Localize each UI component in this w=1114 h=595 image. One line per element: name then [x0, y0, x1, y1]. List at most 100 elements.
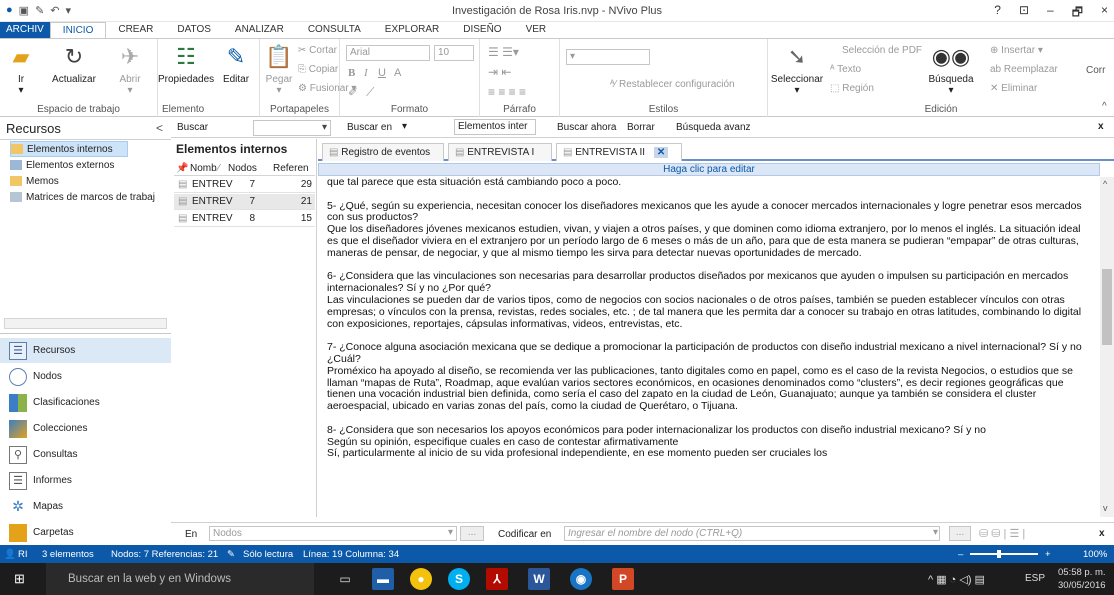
nav-informes[interactable]: ☰ Informes — [0, 468, 171, 493]
taskbar-search-box[interactable]: Buscar en la web y en Windows — [46, 563, 314, 595]
nav-recursos[interactable]: ☰ Recursos — [0, 338, 171, 363]
click-to-edit-banner[interactable]: Haga clic para editar — [318, 163, 1100, 176]
nav-colecciones[interactable]: Colecciones — [0, 416, 171, 441]
nav-consultas[interactable]: ⚲ Consultas — [0, 442, 171, 467]
actualizar-button[interactable]: ↻ Actualizar — [46, 43, 102, 85]
align-icon[interactable]: ≡ ≡ ≡ ≡ — [488, 85, 526, 99]
seleccion-pdf-button[interactable]: Selección de PDF — [842, 45, 922, 56]
seleccionar-button[interactable]: ➘ Seleccionar ▾ — [770, 43, 824, 96]
tab-entrevista-2[interactable]: ▤ ENTREVISTA II ✕ — [556, 143, 682, 161]
tab-ver[interactable]: VER — [514, 22, 559, 38]
tab-explorar[interactable]: EXPLORAR — [373, 22, 451, 38]
task-view-icon[interactable]: ▭ — [334, 568, 356, 590]
zoom-out-icon[interactable]: – — [958, 549, 963, 560]
chevron-down-icon[interactable]: ▾ — [933, 527, 938, 538]
scroll-thumb[interactable] — [1102, 269, 1112, 345]
windows-start-icon[interactable]: ⊞ — [14, 571, 25, 587]
nav-mapas[interactable]: ✲ Mapas — [0, 494, 171, 519]
pegar-button[interactable]: 📋 Pegar ▾ — [264, 43, 294, 96]
language-indicator[interactable]: ESP — [1025, 573, 1045, 584]
acrobat-icon[interactable]: ⅄ — [486, 568, 508, 590]
propiedades-button[interactable]: ☷ Propiedades — [158, 43, 214, 85]
zoom-slider-thumb[interactable] — [997, 550, 1001, 558]
tree-item-elementos-internos[interactable]: Elementos internos — [10, 141, 128, 157]
scope-select[interactable]: Elementos inter — [454, 119, 536, 135]
indent-icon[interactable]: ⇥ ⇤ — [488, 65, 511, 79]
nav-nodos[interactable]: Nodos — [0, 364, 171, 389]
file-explorer-icon[interactable]: ▬ — [372, 568, 394, 590]
copiar-button[interactable]: ⎘ Copiar — [298, 64, 338, 75]
buscar-en-dropdown-icon[interactable]: ▾ — [402, 121, 407, 132]
tree-item-matrices[interactable]: Matrices de marcos de trabaj — [10, 189, 155, 205]
close-tab-icon[interactable]: ✕ — [653, 147, 669, 158]
node-name-input[interactable]: Ingresar el nombre del nodo (CTRL+Q) — [564, 526, 940, 541]
eliminar-button[interactable]: ✕ Eliminar — [990, 83, 1037, 94]
reemplazar-button[interactable]: ab Reemplazar — [990, 64, 1058, 75]
font-select[interactable]: Arial — [346, 45, 430, 61]
zoom-slider[interactable] — [970, 553, 1038, 555]
font-color-button[interactable]: A — [394, 67, 401, 79]
tree-item-elementos-externos[interactable]: Elementos externos — [10, 157, 114, 173]
tab-datos[interactable]: DATOS — [165, 22, 223, 38]
close-find-bar-button[interactable]: x — [1098, 121, 1104, 132]
left-horizontal-scrollbar[interactable] — [4, 318, 167, 329]
region-button[interactable]: ⬚ Región — [830, 83, 874, 94]
clock-date[interactable]: 30/05/2016 — [1058, 580, 1106, 591]
nav-carpetas[interactable]: Carpetas — [0, 520, 171, 545]
underline-button[interactable]: U — [378, 67, 386, 79]
zoom-in-icon[interactable]: + — [1045, 549, 1051, 560]
word-icon[interactable]: W — [528, 568, 550, 590]
nodes-select[interactable]: Nodos ▾ — [209, 526, 457, 541]
tab-diseno[interactable]: DISEÑO — [451, 22, 513, 38]
browse-nodes-button[interactable]: ... — [460, 526, 484, 541]
document-content[interactable]: que tal parece que esta situación está c… — [318, 177, 1100, 517]
italic-button[interactable]: I — [364, 67, 368, 79]
scroll-up-icon[interactable]: ^ — [1103, 179, 1107, 189]
texto-button[interactable]: ᴬ Texto — [830, 64, 861, 75]
list-row[interactable]: ▤ ENTREV 7 21 — [174, 194, 315, 210]
minimize-button[interactable]: – — [1047, 3, 1054, 24]
system-tray-icons[interactable]: ^ ▦ ◔ ◁) ▤ — [928, 573, 985, 586]
codificar-en-button[interactable]: Codificar en — [498, 529, 551, 540]
browse-node-button[interactable]: ... — [949, 526, 971, 541]
col-header-nodos[interactable]: Nodos — [228, 163, 257, 174]
skype-icon[interactable]: S — [448, 568, 470, 590]
tab-registro-eventos[interactable]: ▤ Registro de eventos — [322, 143, 444, 161]
buscar-ahora-button[interactable]: Buscar ahora — [557, 122, 616, 133]
highlight-icon[interactable]: ✐ — [348, 85, 358, 99]
col-header-name[interactable]: Nomb — [190, 163, 217, 174]
code-tools-icon[interactable]: ⛁ ⛁ | ☰ | — [979, 527, 1025, 540]
draw-line-icon[interactable]: ⟋ — [366, 85, 374, 100]
cortar-button[interactable]: ✂ Cortar — [298, 45, 337, 56]
ir-button[interactable]: ▰ Ir ▾ — [6, 43, 36, 96]
nav-clasificaciones[interactable]: Clasificaciones — [0, 390, 171, 415]
busqueda-button[interactable]: ◉◉ Búsqueda ▾ — [928, 43, 974, 96]
chrome-icon[interactable]: ● — [410, 568, 432, 590]
list-row[interactable]: ▤ ENTREV 8 15 — [174, 211, 315, 227]
font-size-select[interactable]: 10 — [434, 45, 474, 61]
tab-archivo[interactable]: ARCHIV — [0, 22, 50, 38]
collapse-ribbon-icon[interactable]: ^ — [1102, 101, 1107, 112]
busqueda-avanzada-button[interactable]: Búsqueda avanz — [676, 122, 751, 133]
tab-crear[interactable]: CREAR — [106, 22, 165, 38]
close-button[interactable]: × — [1101, 3, 1108, 24]
tab-consulta[interactable]: CONSULTA — [296, 22, 373, 38]
tab-analizar[interactable]: ANALIZAR — [223, 22, 296, 38]
tab-inicio[interactable]: INICIO — [49, 22, 107, 38]
style-select[interactable]: ▾ — [566, 49, 650, 65]
insertar-button[interactable]: ⊕ Insertar ▾ — [990, 45, 1043, 56]
bold-button[interactable]: B — [348, 67, 355, 79]
collapse-left-panel-icon[interactable]: < — [156, 121, 163, 135]
buscar-input[interactable]: ▾ — [253, 120, 331, 136]
clock-time[interactable]: 05:58 p. m. — [1058, 567, 1106, 578]
editar-button[interactable]: ✎ Editar — [218, 43, 254, 85]
close-code-bar-button[interactable]: x — [1099, 528, 1105, 539]
bullet-list-icon[interactable]: ☰ ☰▾ — [488, 45, 519, 59]
powerpoint-icon[interactable]: P — [612, 568, 634, 590]
maximize-button[interactable]: 🗗 — [1072, 3, 1083, 24]
abrir-button[interactable]: ✈ Abrir ▾ — [110, 43, 150, 96]
nvivo-taskbar-icon[interactable]: ◉ — [570, 568, 592, 590]
reset-style-button[interactable]: ᴬ⁄ Restablecer configuración — [610, 79, 735, 90]
list-row[interactable]: ▤ ENTREV 7 29 — [174, 177, 315, 193]
scroll-down-icon[interactable]: v — [1103, 503, 1108, 513]
